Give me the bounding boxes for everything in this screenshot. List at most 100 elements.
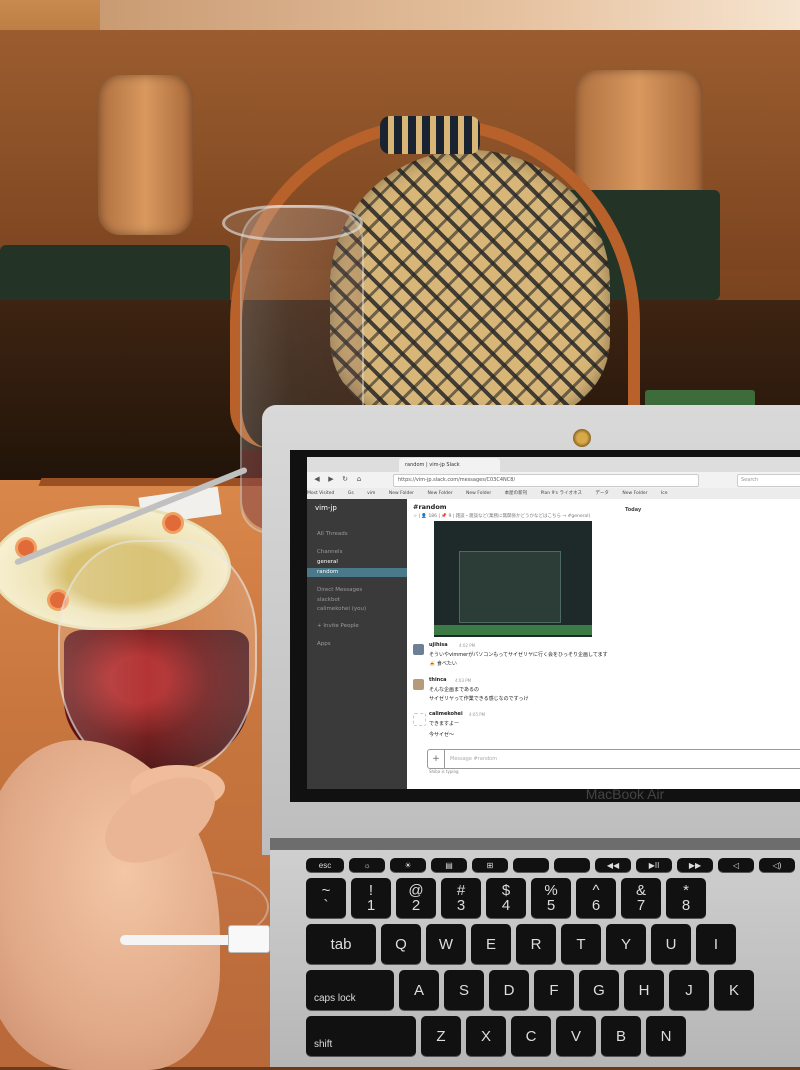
message-author[interactable]: calimekohei bbox=[429, 711, 463, 717]
plate-flower bbox=[165, 515, 181, 531]
shared-screenshot[interactable] bbox=[434, 521, 592, 637]
bookmark[interactable]: New Folder bbox=[389, 491, 414, 496]
key[interactable]: X bbox=[466, 1016, 506, 1056]
message-author[interactable]: ujihisa bbox=[429, 642, 448, 648]
team-name[interactable]: vim-jp bbox=[315, 504, 337, 512]
key[interactable]: W bbox=[426, 924, 466, 964]
invite-people-link[interactable]: + Invite People bbox=[317, 623, 359, 629]
key[interactable]: % 5 bbox=[531, 878, 571, 918]
key[interactable]: ▶II bbox=[636, 858, 672, 872]
key[interactable]: ⊞ bbox=[472, 858, 508, 872]
composer-placeholder: Message #random bbox=[450, 756, 498, 762]
attach-plus-icon[interactable]: + bbox=[428, 750, 445, 768]
sidebar-item-all-threads[interactable]: All Threads bbox=[317, 531, 348, 537]
key[interactable]: ◁) bbox=[759, 858, 795, 872]
key[interactable] bbox=[513, 858, 549, 872]
key[interactable]: ▶▶ bbox=[677, 858, 713, 872]
bookmark[interactable]: Ice bbox=[661, 491, 668, 496]
message-text: そういやvimmerがパソコンもってサイゼリヤに行く会をひっそり企画してます bbox=[429, 652, 608, 658]
bookmark[interactable]: New Folder bbox=[427, 491, 452, 496]
screenshot-statusbar bbox=[434, 625, 592, 635]
message-author[interactable]: thinca bbox=[429, 677, 447, 683]
forward-icon[interactable]: ▶ bbox=[327, 475, 335, 483]
bookmark[interactable]: データ bbox=[595, 491, 609, 496]
browser-tab[interactable]: random | vim-jp Slack bbox=[399, 458, 500, 472]
key[interactable]: shift bbox=[306, 1016, 416, 1056]
key[interactable]: G bbox=[579, 970, 619, 1010]
chair-rattan-back bbox=[330, 150, 610, 420]
sidebar-item-label: random bbox=[317, 569, 339, 575]
key[interactable]: ! 1 bbox=[351, 878, 391, 918]
key[interactable]: R bbox=[516, 924, 556, 964]
key[interactable]: tab bbox=[306, 924, 376, 964]
key[interactable]: Z bbox=[421, 1016, 461, 1056]
channels-header[interactable]: Channels bbox=[317, 549, 342, 555]
key[interactable]: S bbox=[444, 970, 484, 1010]
message-composer[interactable]: + Message #random bbox=[427, 749, 800, 769]
key[interactable]: N bbox=[646, 1016, 686, 1056]
bookmark[interactable]: Most Visited bbox=[307, 491, 334, 496]
avatar[interactable] bbox=[413, 679, 424, 690]
browser-search-input[interactable]: Search bbox=[737, 474, 800, 487]
back-icon[interactable]: ◀ bbox=[313, 475, 321, 483]
key[interactable]: ◀◀ bbox=[595, 858, 631, 872]
key[interactable]: B bbox=[601, 1016, 641, 1056]
magsafe-connector bbox=[228, 925, 270, 953]
sidebar-item-slackbot[interactable]: slackbot bbox=[317, 597, 340, 603]
sidebar-item-random[interactable]: random bbox=[307, 568, 407, 577]
bench-left bbox=[0, 245, 230, 305]
bookmark[interactable]: vim bbox=[367, 491, 375, 496]
key[interactable]: Y bbox=[606, 924, 646, 964]
key[interactable]: ▤ bbox=[431, 858, 467, 872]
key[interactable]: V bbox=[556, 1016, 596, 1056]
bookmark[interactable]: Plan 9's ライオネス bbox=[541, 491, 582, 496]
key[interactable]: Q bbox=[381, 924, 421, 964]
key[interactable]: ◁ bbox=[718, 858, 754, 872]
avatar[interactable] bbox=[413, 713, 426, 726]
key[interactable]: C bbox=[511, 1016, 551, 1056]
bookmark[interactable]: New Folder bbox=[466, 491, 491, 496]
key[interactable] bbox=[554, 858, 590, 872]
slack-sidebar: vim-jp All Threads Channels general rand… bbox=[307, 499, 407, 789]
key[interactable]: J bbox=[669, 970, 709, 1010]
url-bar[interactable]: https://vim-jp.slack.com/messages/C03C4N… bbox=[393, 474, 699, 487]
camera-sticker bbox=[573, 429, 591, 447]
key[interactable]: D bbox=[489, 970, 529, 1010]
key[interactable]: A bbox=[399, 970, 439, 1010]
key[interactable]: esc bbox=[306, 858, 344, 872]
apps-header[interactable]: Apps bbox=[317, 641, 331, 647]
sidebar-item-self[interactable]: calimekohei (you) bbox=[317, 606, 366, 612]
bookmark[interactable]: Gs bbox=[348, 491, 354, 496]
message-time: 4:05 PM bbox=[469, 712, 486, 717]
key[interactable]: I bbox=[696, 924, 736, 964]
bookmark[interactable]: 本屋の新刊 bbox=[505, 491, 528, 496]
key[interactable]: H bbox=[624, 970, 664, 1010]
avatar[interactable] bbox=[413, 644, 424, 655]
reload-icon[interactable]: ↻ bbox=[341, 475, 349, 483]
channel-title[interactable]: #random bbox=[413, 503, 447, 511]
key[interactable]: # 3 bbox=[441, 878, 481, 918]
key[interactable]: & 7 bbox=[621, 878, 661, 918]
key[interactable]: T bbox=[561, 924, 601, 964]
key[interactable]: @ 2 bbox=[396, 878, 436, 918]
laptop-brand: MacBook Air bbox=[585, 786, 665, 802]
key[interactable]: ~ ` bbox=[306, 878, 346, 918]
key[interactable]: K bbox=[714, 970, 754, 1010]
channel-topic: ☆ | 👤 186 | 📌 9 | 雑談・雑談など(業務に無関係かどうかなどはこ… bbox=[413, 514, 591, 519]
key[interactable]: caps lock bbox=[306, 970, 394, 1010]
key[interactable]: ^ 6 bbox=[576, 878, 616, 918]
key[interactable]: ☀ bbox=[390, 858, 426, 872]
sidebar-item-general[interactable]: general bbox=[317, 559, 338, 565]
key[interactable]: * 8 bbox=[666, 878, 706, 918]
key[interactable]: F bbox=[534, 970, 574, 1010]
key[interactable]: $ 4 bbox=[486, 878, 526, 918]
key[interactable]: ☼ bbox=[349, 858, 385, 872]
keyboard: esc ☼ ☀ ▤ ⊞ ◀◀ ▶II ▶▶ ◁ ◁) ~ `! 1 @ 2 # 3 $ 4% 5 ^ 6 & … bbox=[300, 858, 800, 1067]
key[interactable]: E bbox=[471, 924, 511, 964]
screenshot-terminal bbox=[459, 551, 561, 623]
home-icon[interactable]: ⌂ bbox=[355, 475, 363, 483]
dm-header[interactable]: Direct Messages bbox=[317, 587, 362, 593]
key[interactable]: U bbox=[651, 924, 691, 964]
message-text: 今サイゼ〜 bbox=[429, 732, 455, 738]
bookmark[interactable]: New Folder bbox=[622, 491, 647, 496]
